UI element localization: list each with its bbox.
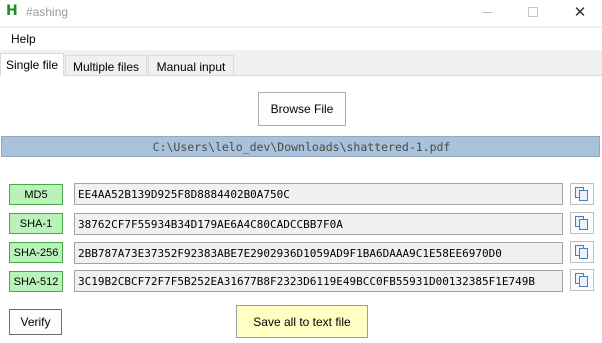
copy-icon [575, 187, 588, 201]
md5-value-field[interactable]: EE4AA52B139D925F8D8884402B0A750C [74, 183, 563, 205]
sha1-label[interactable]: SHA-1 [9, 213, 63, 234]
copy-sha1-button[interactable] [570, 212, 594, 234]
sha512-value-field[interactable]: 3C19B2CBCF72F7F5B252EA31677B8F2323D6119E… [74, 270, 563, 292]
maximize-button[interactable] [510, 0, 556, 24]
copy-sha256-button[interactable] [570, 241, 594, 263]
menu-help[interactable]: Help [11, 32, 36, 46]
tab-strip: Single file Multiple files Manual input [0, 53, 602, 76]
app-logo-icon: H [6, 3, 18, 19]
close-button[interactable]: ✕ [557, 0, 602, 24]
save-all-button[interactable]: Save all to text file [236, 305, 368, 338]
sha256-value-field[interactable]: 2BB787A73E37352F92383ABE7E2902936D1059AD… [74, 242, 563, 264]
copy-sha512-button[interactable] [570, 269, 594, 291]
copy-icon [575, 216, 588, 230]
close-icon: ✕ [573, 3, 587, 21]
title-bar: H #ashing ✕ [0, 0, 602, 26]
menu-bar: Help [0, 28, 602, 50]
copy-icon [575, 273, 588, 287]
file-path-bar: C:\Users\lelo_dev\Downloads\shattered-1.… [1, 136, 600, 157]
verify-button[interactable]: Verify [9, 309, 62, 335]
sha1-value-field[interactable]: 38762CF7F55934B34D179AE6A4C80CADCCBB7F0A [74, 213, 563, 235]
md5-label[interactable]: MD5 [9, 184, 63, 205]
file-path-text: C:\Users\lelo_dev\Downloads\shattered-1.… [152, 140, 451, 154]
browse-file-button[interactable]: Browse File [258, 92, 346, 126]
maximize-icon [528, 7, 538, 17]
window-title: #ashing [26, 5, 69, 19]
minimize-button[interactable] [464, 0, 510, 24]
sha512-label[interactable]: SHA-512 [9, 271, 63, 292]
tab-manual-input[interactable]: Manual input [148, 55, 234, 76]
sha256-label[interactable]: SHA-256 [9, 242, 63, 263]
minimize-icon [482, 11, 492, 13]
copy-md5-button[interactable] [570, 183, 594, 205]
tab-single-file[interactable]: Single file [0, 53, 64, 76]
copy-icon [575, 245, 588, 259]
tab-multiple-files[interactable]: Multiple files [65, 55, 147, 76]
